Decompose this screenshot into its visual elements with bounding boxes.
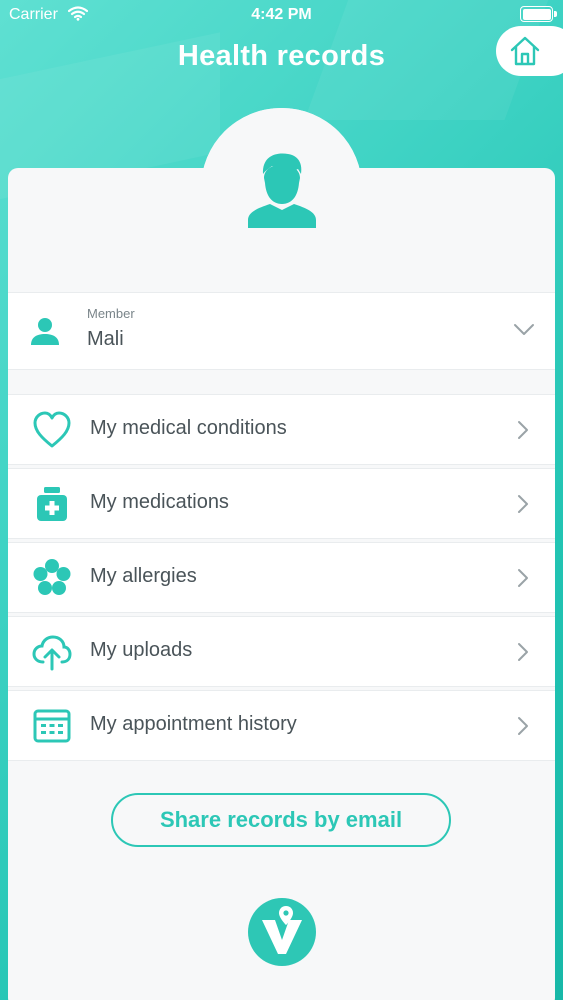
- heart-icon: [32, 410, 72, 450]
- brand-logo: [248, 898, 316, 966]
- chevron-right-icon: [517, 716, 529, 741]
- menu-item-label: My medical conditions: [90, 417, 287, 439]
- battery-icon: [520, 6, 557, 22]
- status-bar: Carrier 4:42 PM: [0, 0, 563, 30]
- menu-item-appointment-history[interactable]: My appointment history: [8, 690, 555, 761]
- chevron-right-icon: [517, 642, 529, 667]
- flower-icon: [32, 558, 72, 598]
- battery-nub: [554, 11, 557, 17]
- member-name: Mali: [87, 328, 124, 350]
- chevron-right-icon: [517, 568, 529, 593]
- battery-fill: [522, 8, 551, 20]
- member-caption: Member: [87, 306, 135, 321]
- menu-item-label: My uploads: [90, 639, 193, 661]
- page-title: Health records: [177, 40, 386, 72]
- chevron-right-icon: [517, 494, 529, 519]
- cloud-upload-icon: [32, 632, 72, 672]
- avatar: [248, 152, 316, 233]
- home-icon: [508, 34, 542, 73]
- menu-item-uploads[interactable]: My uploads: [8, 616, 555, 687]
- menu-item-medical-conditions[interactable]: My medical conditions: [8, 394, 555, 465]
- menu-item-label: My allergies: [90, 565, 197, 587]
- menu-item-label: My appointment history: [90, 713, 297, 735]
- share-records-button[interactable]: Share records by email: [111, 793, 451, 847]
- menu-item-label: My medications: [90, 491, 229, 513]
- home-button[interactable]: [496, 26, 563, 76]
- medicine-bottle-icon: [32, 484, 72, 524]
- person-icon: [30, 318, 60, 351]
- member-selector[interactable]: Member Mali: [8, 292, 555, 370]
- menu-item-medications[interactable]: My medications: [8, 468, 555, 539]
- chevron-down-icon: [513, 323, 535, 342]
- menu-item-allergies[interactable]: My allergies: [8, 542, 555, 613]
- chevron-right-icon: [517, 420, 529, 445]
- calendar-icon: [32, 706, 72, 746]
- status-time: 4:42 PM: [251, 6, 312, 23]
